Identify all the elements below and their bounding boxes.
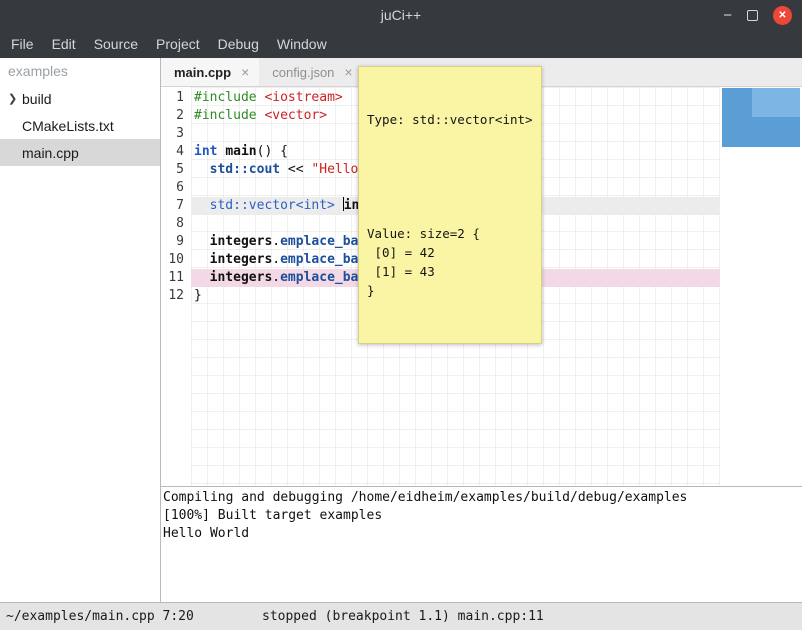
menu-bar: FileEditSourceProjectDebugWindow — [0, 30, 802, 58]
tooltip-line: } — [367, 281, 533, 300]
project-name: examples — [0, 58, 160, 85]
line-number[interactable]: 4 — [161, 143, 191, 161]
code-token: . — [272, 270, 280, 285]
code-token — [194, 234, 210, 249]
line-number[interactable]: 2 — [161, 107, 191, 125]
code-token: << — [280, 162, 311, 177]
line-number[interactable]: 8 — [161, 215, 191, 233]
maximize-button[interactable] — [747, 10, 758, 21]
menu-window[interactable]: Window — [268, 30, 336, 58]
window-controls: − ✕ — [723, 0, 792, 30]
status-bar: ~/examples/main.cpp 7:20 stopped (breakp… — [0, 602, 802, 630]
menu-file[interactable]: File — [2, 30, 43, 58]
menu-project[interactable]: Project — [147, 30, 209, 58]
chevron-right-icon[interactable]: ❯ — [8, 92, 22, 105]
gutter: 123456789101112 — [161, 87, 191, 486]
scroll-overview-inner — [752, 88, 800, 117]
code-token: . — [272, 234, 280, 249]
line-number[interactable]: 7 — [161, 197, 191, 215]
tab-label: config.json — [272, 65, 334, 80]
tooltip-line: Value: size=2 { — [367, 224, 533, 243]
menu-source[interactable]: Source — [85, 30, 147, 58]
tooltip-line: [1] = 43 — [367, 262, 533, 281]
cursor-location: ~/examples/main.cpp 7:20 — [6, 609, 194, 624]
line-number[interactable]: 11 — [161, 269, 191, 287]
jucipp-window: juCi++ − ✕ FileEditSourceProjectDebugWin… — [0, 0, 802, 630]
code-token: <iostream> — [264, 90, 342, 105]
menu-debug[interactable]: Debug — [209, 30, 268, 58]
line-number[interactable]: 10 — [161, 251, 191, 269]
line-number[interactable]: 12 — [161, 287, 191, 305]
debug-value-tooltip: Type: std::vector<int> Value: size=2 { [… — [358, 66, 542, 344]
line-number[interactable]: 3 — [161, 125, 191, 143]
code-token: integers — [210, 234, 273, 249]
code-token — [194, 270, 210, 285]
line-number[interactable]: 9 — [161, 233, 191, 251]
code-token: std::cout — [210, 162, 280, 177]
tab-label: main.cpp — [174, 65, 231, 80]
file-tree: ❯build CMakeLists.txt main.cpp — [0, 85, 160, 166]
code-token: } — [194, 288, 202, 303]
tooltip-type-line: Type: std::vector<int> — [367, 110, 533, 129]
code-token — [194, 198, 210, 213]
line-number[interactable]: 1 — [161, 89, 191, 107]
tooltip-value-lines: Value: size=2 { [0] = 42 [1] = 43} — [367, 224, 533, 300]
code-token: <vector> — [264, 108, 327, 123]
tree-item-label: main.cpp — [22, 145, 79, 161]
code-token — [335, 198, 343, 213]
code-token: () { — [257, 144, 288, 159]
close-button[interactable]: ✕ — [773, 6, 792, 25]
tab-close-icon[interactable]: × — [344, 64, 352, 80]
line-number[interactable]: 5 — [161, 161, 191, 179]
output-panel[interactable]: Compiling and debugging /home/eidheim/ex… — [161, 486, 802, 602]
code-token: main — [225, 144, 256, 159]
code-token: #include — [194, 108, 257, 123]
output-line: [100%] Built target examples — [163, 507, 800, 525]
tooltip-line: [0] = 42 — [367, 243, 533, 262]
tooltip-gap — [367, 167, 533, 186]
menu-edit[interactable]: Edit — [43, 30, 85, 58]
output-line: Compiling and debugging /home/eidheim/ex… — [163, 489, 800, 507]
tree-item-build[interactable]: ❯build — [0, 85, 160, 112]
code-token: integers — [210, 252, 273, 267]
tab-main-cpp[interactable]: main.cpp × — [161, 58, 259, 86]
code-token — [194, 252, 210, 267]
tree-item-cmakelists-txt[interactable]: CMakeLists.txt — [0, 112, 160, 139]
tree-item-main-cpp[interactable]: main.cpp — [0, 139, 160, 166]
minimize-button[interactable]: − — [723, 8, 732, 23]
file-explorer: examples ❯build CMakeLists.txt main.cpp — [0, 58, 161, 602]
scroll-overview-indicator[interactable] — [722, 88, 800, 147]
code-token: std::vector<int> — [210, 198, 335, 213]
tree-item-label: CMakeLists.txt — [22, 118, 114, 134]
code-token: #include — [194, 90, 257, 105]
code-token: integers — [210, 270, 273, 285]
tree-item-label: build — [22, 91, 52, 107]
code-token: . — [272, 252, 280, 267]
code-token: int — [194, 144, 217, 159]
code-token — [194, 162, 210, 177]
line-number[interactable]: 6 — [161, 179, 191, 197]
debug-status: stopped (breakpoint 1.1) main.cpp:11 — [262, 609, 544, 624]
output-line: Hello World — [163, 525, 800, 543]
title-bar: juCi++ − ✕ — [0, 0, 802, 30]
tab-config-json[interactable]: config.json × — [259, 58, 362, 86]
window-title: juCi++ — [381, 7, 421, 23]
tab-close-icon[interactable]: × — [241, 64, 249, 80]
